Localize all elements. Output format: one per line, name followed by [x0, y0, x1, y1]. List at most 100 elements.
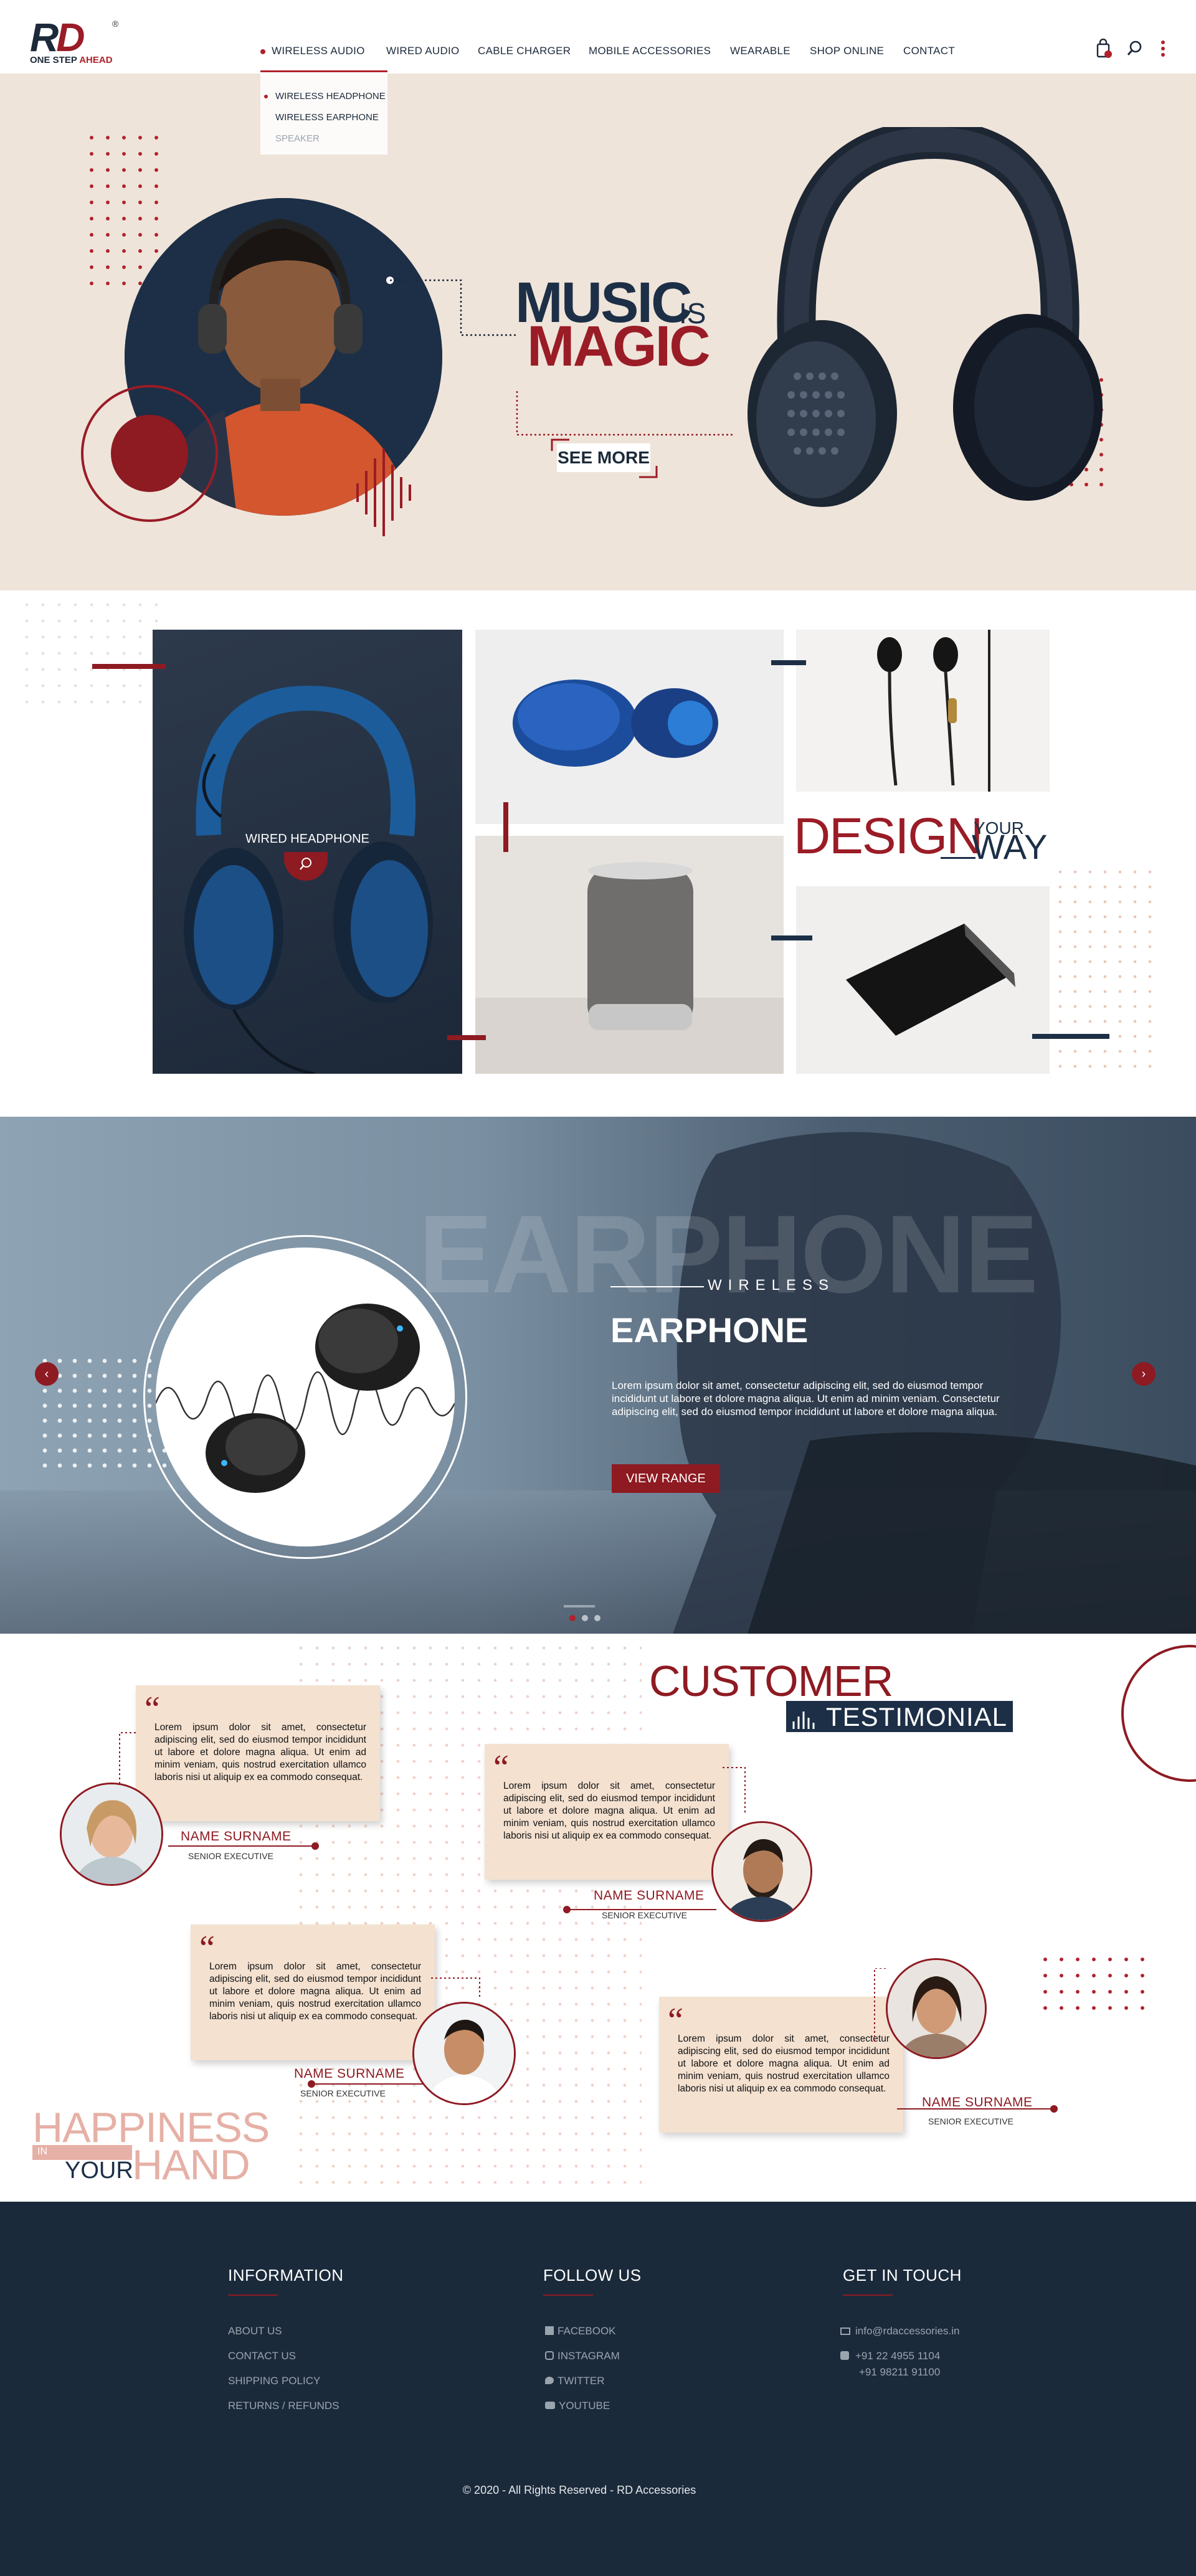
footer-email: info@rdaccessories.in: [855, 2325, 960, 2337]
happiness-your: YOUR: [65, 2157, 133, 2184]
decor-dot-grid: [83, 130, 164, 285]
wired-headphone-label: WIRED HEADPHONE: [245, 832, 369, 846]
instagram-icon: [545, 2351, 554, 2360]
facebook-icon: [545, 2326, 554, 2335]
footer-phone-1: +91 22 4955 1104: [855, 2350, 941, 2362]
avatar: [60, 1783, 163, 1886]
facebook-label: FACEBOOK: [558, 2325, 616, 2337]
active-nav-underline: [260, 70, 387, 72]
slider-kicker: WIRELESS: [708, 1277, 835, 1294]
happiness-in: IN: [37, 2146, 47, 2157]
page-track: [564, 1605, 595, 1608]
slider-page-dot[interactable]: [582, 1615, 588, 1621]
wired-earphone-tile[interactable]: [796, 630, 1050, 792]
speaker-image: [475, 862, 784, 1074]
dropdown-wireless-headphone[interactable]: WIRELESS HEADPHONE: [275, 91, 386, 102]
search-icon[interactable]: [1126, 40, 1144, 60]
tagline-underline: [941, 857, 975, 859]
wired-earphone-image: [877, 630, 990, 792]
power-bank-tile[interactable]: [796, 886, 1050, 1074]
sound-wave-decor: [792, 1712, 815, 1729]
logo-mark: RD: [30, 15, 85, 60]
decor-ring: [1121, 1645, 1196, 1782]
wired-headphone-tile[interactable]: WIRED HEADPHONE: [153, 630, 462, 1074]
shopping-bag-icon[interactable]: [1095, 38, 1113, 62]
earbuds-tile[interactable]: [475, 630, 784, 824]
decor-bar: [447, 1035, 486, 1040]
footer-link-shipping-policy[interactable]: SHIPPING POLICY: [228, 2375, 320, 2387]
footer-title-underline: [843, 2294, 893, 2296]
footer-link-youtube[interactable]: YOUTUBE: [545, 2400, 610, 2412]
tagline-prefix: ONE STEP: [30, 55, 77, 65]
testimonial-role: SENIOR EXECUTIVE: [300, 2088, 386, 2098]
testimonial-text: Lorem ipsum dolor sit amet, consectetur …: [678, 2034, 890, 2094]
logo-tagline: ONE STEP AHEAD: [30, 55, 113, 65]
speaker-tile[interactable]: [475, 836, 784, 1074]
search-icon[interactable]: [284, 852, 328, 881]
happiness-hand: HAND: [132, 2141, 250, 2189]
youtube-label: YOUTUBE: [559, 2400, 610, 2412]
avatar: [711, 1821, 812, 1922]
tagline-accent: AHEAD: [79, 55, 113, 65]
active-nav-dot: [260, 49, 265, 54]
nav-wired-audio[interactable]: WIRED AUDIO: [386, 45, 460, 57]
testimonial-name: NAME SURNAME: [294, 2067, 405, 2081]
nav-wearable[interactable]: WEARABLE: [730, 45, 790, 57]
footer-get-in-touch-title: GET IN TOUCH: [843, 2266, 962, 2285]
slider-page-dot-active[interactable]: [569, 1615, 576, 1621]
footer-link-returns-refunds[interactable]: RETURNS / REFUNDS: [228, 2400, 339, 2412]
see-more-button[interactable]: SEE MORE: [557, 443, 650, 472]
earbuds-image: [513, 680, 718, 767]
footer-phone-2[interactable]: +91 98211 91100: [859, 2366, 940, 2379]
footer-copyright: © 2020 - All Rights Reserved - RD Access…: [462, 2484, 696, 2496]
power-bank-image: [846, 924, 1015, 1036]
footer-link-facebook[interactable]: FACEBOOK: [545, 2325, 616, 2337]
top-navigation: RD ® ONE STEP AHEAD WIRELESS AUDIO WIRED…: [0, 0, 1196, 73]
slider-prev-arrow[interactable]: ‹: [35, 1362, 59, 1386]
decor-bar: [771, 660, 806, 665]
testimonial-role: SENIOR EXECUTIVE: [602, 1910, 687, 1920]
footer-link-twitter[interactable]: TWITTER: [545, 2375, 605, 2387]
testimonial-role: SENIOR EXECUTIVE: [188, 1851, 273, 1861]
slider-next-arrow[interactable]: ›: [1132, 1362, 1156, 1386]
slider-page-dot[interactable]: [594, 1615, 600, 1621]
nav-wireless-audio[interactable]: WIRELESS AUDIO: [272, 45, 365, 57]
testimonial-name: NAME SURNAME: [594, 1888, 705, 1903]
testimonial-card: “ Lorem ipsum dolor sit amet, consectetu…: [659, 1997, 903, 2133]
instagram-label: INSTAGRAM: [558, 2350, 620, 2362]
footer-link-about-us[interactable]: ABOUT US: [228, 2325, 282, 2337]
avatar: [412, 2002, 516, 2105]
nav-cable-charger[interactable]: CABLE CHARGER: [478, 45, 571, 57]
decor-bar: [771, 935, 812, 940]
dropdown-wireless-earphone[interactable]: WIRELESS EARPHONE: [275, 112, 379, 123]
testimonial-title-testimonial: TESTIMONIAL: [826, 1702, 1008, 1731]
mail-icon: [840, 2327, 850, 2335]
dropdown-speaker[interactable]: SPEAKER: [275, 133, 320, 144]
footer-title-underline: [543, 2294, 593, 2296]
testimonial-title-customer: CUSTOMER: [649, 1657, 893, 1705]
more-vertical-icon[interactable]: [1160, 40, 1166, 60]
footer-link-instagram[interactable]: INSTAGRAM: [545, 2350, 620, 2362]
brand-logo[interactable]: RD ® ONE STEP AHEAD: [0, 0, 137, 73]
footer-follow-title: FOLLOW US: [543, 2266, 642, 2285]
nav-shop-online[interactable]: SHOP ONLINE: [810, 45, 884, 57]
hero-title-magic: MAGIC: [527, 315, 711, 378]
decor-bar: [1032, 1034, 1109, 1039]
decor-bar: [503, 802, 508, 852]
decor-disc: [111, 415, 188, 492]
view-range-button[interactable]: VIEW RANGE: [612, 1464, 720, 1493]
youtube-icon: [545, 2402, 555, 2409]
nav-mobile-accessories[interactable]: MOBILE ACCESSORIES: [589, 45, 711, 57]
phone-icon: [840, 2351, 849, 2360]
hero-banner: MUSIC IS MAGIC SEE MORE: [0, 73, 1196, 590]
footer-phone-link[interactable]: +91 22 4955 1104: [840, 2350, 940, 2362]
nav-contact[interactable]: CONTACT: [903, 45, 955, 57]
footer-email-link[interactable]: info@rdaccessories.in: [840, 2325, 960, 2337]
testimonial-name: NAME SURNAME: [922, 2095, 1033, 2110]
decor-bar: [92, 664, 166, 669]
earbuds-product-image: [156, 1248, 455, 1546]
design-tagline-way: WAY: [972, 827, 1048, 866]
twitter-label: TWITTER: [558, 2375, 605, 2387]
testimonial-name: NAME SURNAME: [181, 1829, 292, 1844]
footer-link-contact-us[interactable]: CONTACT US: [228, 2350, 296, 2362]
